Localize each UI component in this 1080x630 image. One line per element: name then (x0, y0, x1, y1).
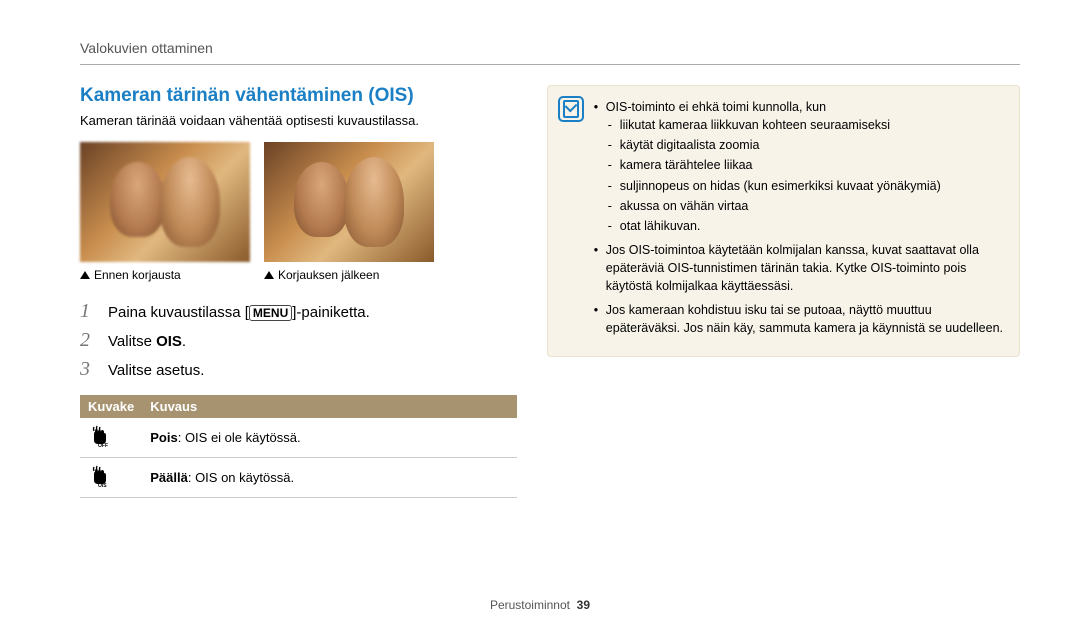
caption-after: Korjauksen jälkeen (264, 268, 434, 282)
th-desc: Kuvaus (142, 395, 517, 418)
step-3-text: Valitse asetus. (108, 362, 517, 379)
step-2-a: Valitse (108, 333, 156, 350)
step-1-part-a: Paina kuvaustilassa [ (108, 304, 249, 321)
section-title: Kameran tärinän vähentäminen (OIS) (80, 85, 517, 107)
caption-row: Ennen korjausta Korjauksen jälkeen (80, 268, 517, 282)
note-icon (558, 96, 584, 122)
svg-text:OFF: OFF (98, 443, 108, 448)
note-item-2: Jos OIS-toimintoa käytetään kolmijalan k… (594, 241, 1005, 295)
caption-before-text: Ennen korjausta (94, 268, 181, 282)
cell-icon-on: OIS (80, 458, 142, 498)
step-3: 3 Valitse asetus. (80, 358, 517, 381)
menu-button-icon: MENU (249, 305, 292, 321)
step-number: 3 (80, 358, 98, 381)
triangle-up-icon (264, 271, 274, 279)
note-sub-2: käytät digitaalista zoomia (606, 136, 1005, 154)
note-sub-1: liikutat kameraa liikkuvan kohteen seura… (606, 116, 1005, 134)
header-rule (80, 64, 1020, 65)
table-row: OIS Päällä: OIS on käytössä. (80, 458, 517, 498)
step-2-bold: OIS (156, 333, 182, 350)
right-column: OIS-toiminto ei ehkä toimi kunnolla, kun… (547, 85, 1020, 498)
step-1-part-b: ]-painiketta. (292, 304, 370, 321)
footer-page: 39 (577, 598, 590, 612)
table-row: OFF Pois: OIS ei ole käytössä. (80, 418, 517, 458)
footer-section: Perustoiminnot (490, 598, 570, 612)
table-header-row: Kuvake Kuvaus (80, 395, 517, 418)
row2-text: : OIS on käytössä. (188, 470, 294, 485)
row2-bold: Päällä (150, 470, 188, 485)
note-sub-3: kamera tärähtelee liikaa (606, 156, 1005, 174)
row1-bold: Pois (150, 430, 177, 445)
note-sub-4: suljinnopeus on hidas (kun esimerkiksi k… (606, 177, 1005, 195)
intro-text: Kameran tärinää voidaan vähentää optises… (80, 113, 517, 128)
cell-desc-on: Päällä: OIS on käytössä. (142, 458, 517, 498)
photo-row (80, 142, 517, 262)
chapter-header: Valokuvien ottaminen (80, 40, 1020, 56)
step-2-c: . (182, 333, 186, 350)
step-number: 1 (80, 300, 98, 323)
left-column: Kameran tärinän vähentäminen (OIS) Kamer… (80, 85, 517, 498)
svg-text:OIS: OIS (98, 483, 107, 488)
note-item-1: OIS-toiminto ei ehkä toimi kunnolla, kun… (594, 98, 1005, 235)
note-sub-5: akussa on vähän virtaa (606, 197, 1005, 215)
photo-before (80, 142, 250, 262)
photo-after (264, 142, 434, 262)
th-icon: Kuvake (80, 395, 142, 418)
content-columns: Kameran tärinän vähentäminen (OIS) Kamer… (80, 85, 1020, 498)
caption-after-text: Korjauksen jälkeen (278, 268, 379, 282)
note-item-3: Jos kameraan kohdistuu isku tai se putoa… (594, 301, 1005, 337)
cell-icon-off: OFF (80, 418, 142, 458)
cell-desc-off: Pois: OIS ei ole käytössä. (142, 418, 517, 458)
triangle-up-icon (80, 271, 90, 279)
note-sublist: liikutat kameraa liikkuvan kohteen seura… (606, 116, 1005, 235)
step-1: 1 Paina kuvaustilassa [MENU]-painiketta. (80, 300, 517, 323)
ois-on-icon: OIS (88, 464, 112, 488)
caption-before: Ennen korjausta (80, 268, 250, 282)
note-list: OIS-toiminto ei ehkä toimi kunnolla, kun… (594, 98, 1005, 338)
options-table: Kuvake Kuvaus OFF Pois: OIS ei ole käytö… (80, 395, 517, 498)
step-number: 2 (80, 329, 98, 352)
note-sub-6: otat lähikuvan. (606, 217, 1005, 235)
step-1-text: Paina kuvaustilassa [MENU]-painiketta. (108, 304, 517, 321)
step-2-text: Valitse OIS. (108, 333, 517, 350)
note-box: OIS-toiminto ei ehkä toimi kunnolla, kun… (547, 85, 1020, 357)
note-b1: OIS-toiminto ei ehkä toimi kunnolla, kun (606, 100, 826, 114)
steps-list: 1 Paina kuvaustilassa [MENU]-painiketta.… (80, 300, 517, 381)
step-2: 2 Valitse OIS. (80, 329, 517, 352)
page-footer: Perustoiminnot 39 (0, 598, 1080, 612)
row1-text: : OIS ei ole käytössä. (178, 430, 301, 445)
ois-off-icon: OFF (88, 424, 112, 448)
